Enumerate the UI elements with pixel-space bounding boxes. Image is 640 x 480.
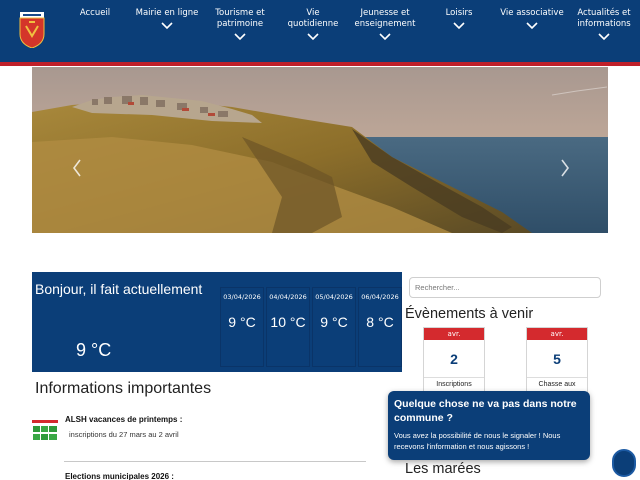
hero-carousel[interactable] (32, 67, 608, 233)
event-label: Inscriptions (436, 381, 472, 388)
chevron-down-icon (598, 33, 610, 41)
chevron-down-icon (161, 22, 173, 30)
chevron-left-icon[interactable] (70, 156, 84, 180)
nav-accent-bar (0, 62, 640, 66)
nav-item-actualites[interactable]: Actualités et informations (574, 8, 634, 41)
popup-body: Vous avez la possibilité de nous le sign… (394, 431, 561, 451)
nav-item-tourisme[interactable]: Tourisme et patrimoine (212, 8, 268, 41)
weather-widget: Bonjour, il fait actuellement 9 °C 03/04… (32, 272, 402, 372)
nav-item-label: Tourisme et patrimoine (215, 8, 265, 29)
chevron-right-icon[interactable] (558, 156, 572, 180)
weather-greeting: Bonjour, il fait actuellement (35, 281, 203, 297)
chevron-down-icon (526, 22, 538, 30)
events-title: Évènements à venir (405, 306, 534, 322)
popup-title: Quelque chose ne va pas dans notre commu… (394, 398, 577, 424)
chat-bubble-icon[interactable] (612, 449, 636, 477)
nav-item-label: Jeunesse et enseignement (354, 8, 416, 29)
forecast-day: 04/04/2026 10 °C (266, 287, 310, 367)
event-card[interactable]: avr. 5 Chasse aux (526, 327, 588, 393)
search-input[interactable] (409, 277, 601, 298)
event-label: Chasse aux (538, 381, 576, 388)
nav-item-accueil[interactable]: Accueil (72, 8, 118, 19)
info-section-title: Informations importantes (35, 380, 212, 397)
forecast-temp: 9 °C (228, 314, 256, 330)
event-day: 2 (424, 340, 484, 378)
current-temperature: 9 °C (76, 340, 112, 360)
main-nav: Accueil Mairie en ligne Tourisme et patr… (0, 0, 640, 62)
event-month: avr. (527, 328, 587, 340)
forecast-day: 06/04/2026 8 °C (358, 287, 402, 367)
news-item-title[interactable]: Elections municipales 2026 : (65, 472, 174, 480)
nav-item-loisirs[interactable]: Loisirs (436, 8, 482, 30)
event-day: 5 (527, 340, 587, 378)
hero-image (32, 67, 608, 233)
forecast-day: 03/04/2026 9 °C (220, 287, 264, 367)
forecast-temp: 9 °C (320, 314, 348, 330)
nav-item-mairie-en-ligne[interactable]: Mairie en ligne (134, 8, 200, 30)
chevron-down-icon (307, 33, 319, 41)
forecast-temp: 8 °C (366, 314, 394, 330)
forecast-day: 05/04/2026 9 °C (312, 287, 356, 367)
nav-item-label: Actualités et informations (577, 8, 631, 29)
forecast-date: 04/04/2026 (269, 293, 307, 301)
nav-item-label: Vie associative (500, 8, 564, 18)
chevron-down-icon (379, 33, 391, 41)
coat-of-arms-icon[interactable] (18, 12, 46, 48)
nav-item-label: Vie quotidienne (287, 8, 339, 29)
news-item-title[interactable]: ALSH vacances de printemps : (65, 415, 182, 424)
news-item-subtitle: inscriptions du 27 mars au 2 avril (69, 430, 179, 439)
nav-item-label: Mairie en ligne (135, 8, 199, 18)
nav-item-jeunesse[interactable]: Jeunesse et enseignement (352, 8, 418, 41)
nav-item-vie-quotidienne[interactable]: Vie quotidienne (280, 8, 346, 41)
forecast-date: 03/04/2026 (223, 293, 261, 301)
nav-item-label: Loisirs (445, 8, 473, 18)
forecast-date: 05/04/2026 (315, 293, 353, 301)
tides-title: Les marées (405, 461, 481, 477)
forecast-date: 06/04/2026 (361, 293, 399, 301)
forecast-temp: 10 °C (270, 314, 306, 330)
chevron-down-icon (234, 33, 246, 41)
nav-item-vie-associative[interactable]: Vie associative (498, 8, 566, 30)
divider (64, 461, 366, 462)
nav-item-label: Accueil (79, 8, 111, 18)
news-thumbnail[interactable] (32, 418, 58, 444)
event-month: avr. (424, 328, 484, 340)
chevron-down-icon (453, 22, 465, 30)
event-card[interactable]: avr. 2 Inscriptions (423, 327, 485, 393)
report-issue-popup[interactable]: Quelque chose ne va pas dans notre commu… (388, 391, 590, 460)
